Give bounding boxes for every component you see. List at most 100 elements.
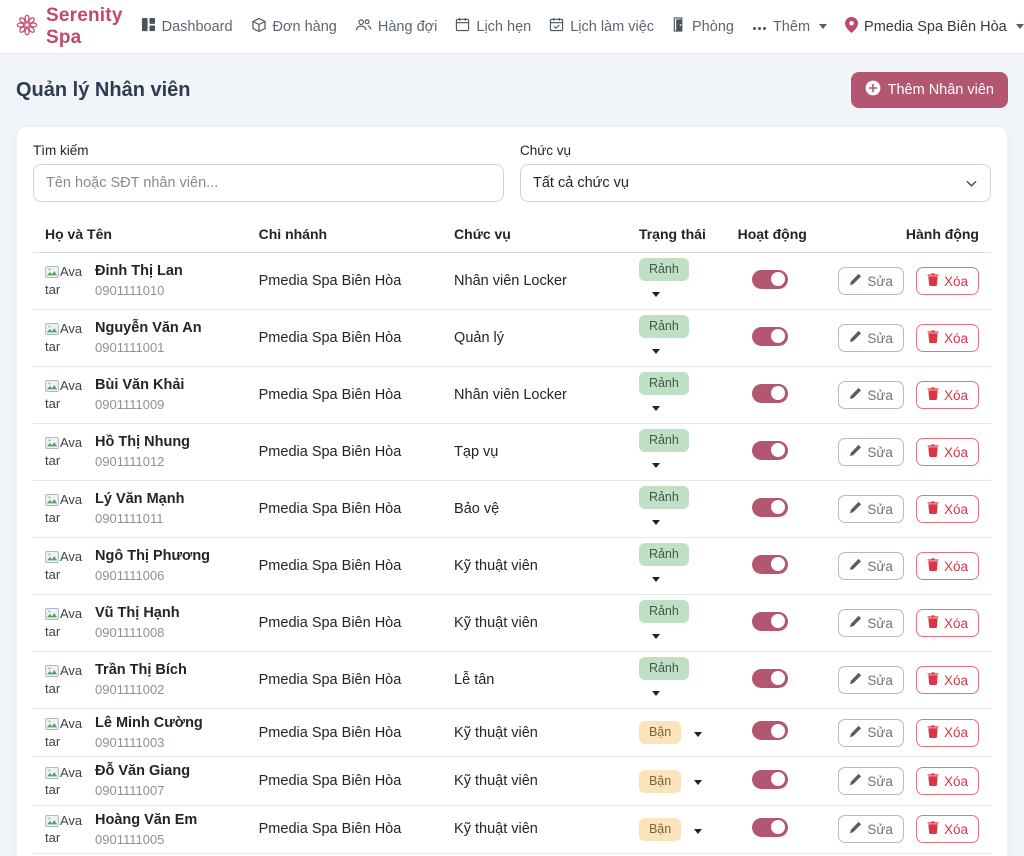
chevron-down-icon bbox=[1016, 24, 1024, 29]
status-dropdown-button[interactable] bbox=[643, 680, 666, 703]
door-icon bbox=[672, 17, 686, 36]
active-toggle[interactable] bbox=[752, 770, 788, 789]
chevron-down-icon bbox=[652, 577, 660, 582]
staff-role: Lễ tân bbox=[442, 652, 627, 709]
dashboard-icon bbox=[141, 17, 156, 36]
edit-button[interactable]: Sửa bbox=[838, 267, 904, 295]
staff-phone: 0901111006 bbox=[95, 567, 210, 585]
table-row: Avatar Lý Văn Mạnh 0901111011 Pmedia Spa… bbox=[33, 481, 991, 538]
active-toggle[interactable] bbox=[752, 818, 788, 837]
nav-item-queue[interactable]: Hàng đợi bbox=[355, 17, 438, 36]
table-row: Avatar Đỗ Văn Giang 0901111007 Pmedia Sp… bbox=[33, 757, 991, 805]
status-dropdown-button[interactable] bbox=[685, 721, 708, 744]
avatar-broken-image: Avatar bbox=[45, 320, 85, 355]
delete-button[interactable]: Xóa bbox=[916, 438, 979, 466]
staff-name: Vũ Thị Hạnh bbox=[95, 604, 180, 623]
pencil-icon bbox=[849, 821, 862, 837]
staff-role: Kỹ thuật viên bbox=[442, 538, 627, 595]
brand-link[interactable]: Serenity Spa bbox=[16, 5, 123, 49]
staff-name: Lê Minh Cường bbox=[95, 714, 203, 733]
chevron-down-icon bbox=[652, 292, 660, 297]
serenity-flower-icon bbox=[16, 14, 38, 39]
nav-item-dashboard[interactable]: Dashboard bbox=[141, 17, 233, 36]
status-dropdown-button[interactable] bbox=[643, 338, 666, 361]
pencil-icon bbox=[849, 387, 862, 403]
staff-table: Họ và Tên Chi nhánh Chức vụ Trạng thái H… bbox=[33, 218, 991, 856]
nav-item-rooms[interactable]: Phòng bbox=[672, 17, 734, 36]
edit-button[interactable]: Sửa bbox=[838, 767, 904, 795]
delete-button[interactable]: Xóa bbox=[916, 267, 979, 295]
status-badge: Bận bbox=[639, 818, 681, 841]
delete-button[interactable]: Xóa bbox=[916, 609, 979, 637]
delete-button[interactable]: Xóa bbox=[916, 324, 979, 352]
delete-button[interactable]: Xóa bbox=[916, 495, 979, 523]
avatar-broken-image: Avatar bbox=[45, 548, 85, 583]
edit-button[interactable]: Sửa bbox=[838, 666, 904, 694]
chevron-down-icon bbox=[652, 634, 660, 639]
delete-button[interactable]: Xóa bbox=[916, 381, 979, 409]
status-dropdown-button[interactable] bbox=[643, 623, 666, 646]
status-dropdown-button[interactable] bbox=[685, 769, 708, 792]
edit-button[interactable]: Sửa bbox=[838, 438, 904, 466]
status-dropdown-button[interactable] bbox=[643, 452, 666, 475]
status-dropdown-button[interactable] bbox=[643, 509, 666, 532]
active-toggle[interactable] bbox=[752, 721, 788, 740]
staff-branch: Pmedia Spa Biên Hòa bbox=[247, 424, 442, 481]
edit-button[interactable]: Sửa bbox=[838, 495, 904, 523]
status-badge: Rảnh bbox=[639, 315, 689, 338]
active-toggle[interactable] bbox=[752, 669, 788, 688]
staff-branch: Pmedia Spa Biên Hòa bbox=[247, 652, 442, 709]
edit-button[interactable]: Sửa bbox=[838, 552, 904, 580]
role-filter-label: Chức vụ bbox=[520, 143, 991, 158]
status-badge: Rảnh bbox=[639, 372, 689, 395]
avatar-broken-image: Avatar bbox=[45, 764, 85, 799]
search-input[interactable] bbox=[33, 164, 504, 202]
location-pin-icon bbox=[845, 17, 858, 37]
status-dropdown-button[interactable] bbox=[643, 281, 666, 304]
role-filter-select[interactable]: Tất cả chức vụ bbox=[520, 164, 991, 202]
staff-table-body: Avatar Đinh Thị Lan 0901111010 Pmedia Sp… bbox=[33, 253, 991, 856]
status-dropdown-button[interactable] bbox=[643, 566, 666, 589]
status-dropdown-button[interactable] bbox=[643, 395, 666, 418]
staff-name: Nguyễn Văn An bbox=[95, 319, 202, 338]
branch-selector[interactable]: Pmedia Spa Biên Hòa bbox=[845, 17, 1024, 37]
active-toggle[interactable] bbox=[752, 555, 788, 574]
main-nav: Dashboard Đơn hàng Hàng đợi Lịch hẹn Lịc… bbox=[141, 17, 827, 37]
staff-name: Ngô Thị Phương bbox=[95, 547, 210, 566]
active-toggle[interactable] bbox=[752, 441, 788, 460]
delete-button[interactable]: Xóa bbox=[916, 666, 979, 694]
trash-icon bbox=[927, 387, 939, 403]
nav-item-more[interactable]: Thêm bbox=[752, 19, 827, 35]
delete-button[interactable]: Xóa bbox=[916, 767, 979, 795]
edit-button[interactable]: Sửa bbox=[838, 609, 904, 637]
col-header-active: Hoạt động bbox=[726, 218, 825, 253]
nav-item-appointments[interactable]: Lịch hẹn bbox=[455, 17, 531, 36]
staff-branch: Pmedia Spa Biên Hòa bbox=[247, 709, 442, 757]
status-badge: Rảnh bbox=[639, 657, 689, 680]
nav-item-orders[interactable]: Đơn hàng bbox=[251, 17, 337, 37]
delete-button[interactable]: Xóa bbox=[916, 719, 979, 747]
col-header-branch: Chi nhánh bbox=[247, 218, 442, 253]
staff-role: Kỹ thuật viên bbox=[442, 595, 627, 652]
status-badge: Rảnh bbox=[639, 486, 689, 509]
page-title: Quản lý Nhân viên bbox=[16, 79, 190, 102]
active-toggle[interactable] bbox=[752, 498, 788, 517]
delete-button[interactable]: Xóa bbox=[916, 552, 979, 580]
col-header-actions: Hành động bbox=[824, 218, 991, 253]
active-toggle[interactable] bbox=[752, 270, 788, 289]
edit-button[interactable]: Sửa bbox=[838, 815, 904, 843]
staff-branch: Pmedia Spa Biên Hòa bbox=[247, 805, 442, 853]
add-staff-button[interactable]: Thêm Nhân viên bbox=[851, 72, 1008, 108]
nav-item-schedule[interactable]: Lịch làm việc bbox=[549, 17, 654, 36]
active-toggle[interactable] bbox=[752, 327, 788, 346]
status-dropdown-button[interactable] bbox=[685, 818, 708, 841]
calendar-icon bbox=[455, 17, 470, 36]
active-toggle[interactable] bbox=[752, 612, 788, 631]
edit-button[interactable]: Sửa bbox=[838, 324, 904, 352]
edit-button[interactable]: Sửa bbox=[838, 381, 904, 409]
top-navbar: Serenity Spa Dashboard Đơn hàng Hàng đợi… bbox=[0, 0, 1024, 54]
staff-name: Đinh Thị Lan bbox=[95, 262, 183, 281]
active-toggle[interactable] bbox=[752, 384, 788, 403]
edit-button[interactable]: Sửa bbox=[838, 719, 904, 747]
delete-button[interactable]: Xóa bbox=[916, 815, 979, 843]
